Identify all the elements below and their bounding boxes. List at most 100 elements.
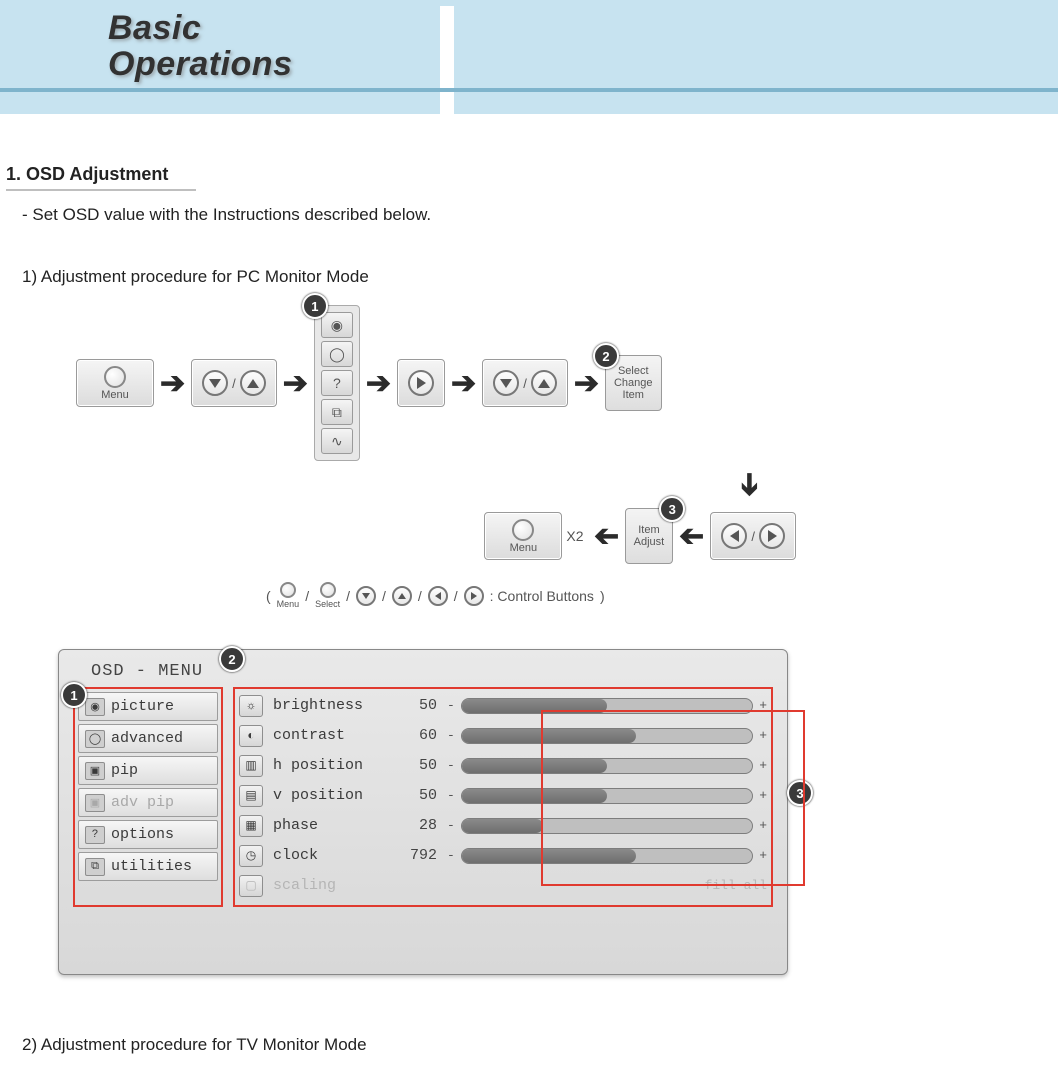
osd-category[interactable]: ▣adv pip [78, 788, 218, 817]
category-label: advanced [111, 730, 183, 747]
arrow-left-icon: ➔ [588, 519, 625, 554]
category-icon: ◉ [85, 698, 105, 716]
category-label: utilities [111, 858, 192, 875]
step2-line1: Select [618, 365, 649, 377]
category-stack: 1 ◉ ◯ ? ⧉ ∿ [314, 305, 360, 461]
osd-item-row[interactable]: ◷clock792-+ [239, 842, 767, 869]
osd-item-row[interactable]: ▢scalingfill all [239, 872, 767, 899]
header-bottom-gap [440, 92, 454, 114]
category-icon: ⧉ [85, 858, 105, 876]
legend-close-paren: ) [600, 588, 605, 604]
menu-icon [512, 519, 534, 541]
item-icon: ◐ [239, 725, 263, 747]
category-icon: ? [321, 370, 353, 396]
osd-item-row[interactable]: ◐contrast60-+ [239, 722, 767, 749]
header-main: Basic Operations [0, 6, 1058, 88]
osd-category[interactable]: ? options [78, 820, 218, 849]
osd-item-row[interactable]: ☼brightness50-+ [239, 692, 767, 719]
osd-title: OSD - MENU [91, 662, 773, 681]
category-icon: ▣ [85, 762, 105, 780]
step3-line2: Adjust [634, 536, 665, 548]
right-icon [759, 523, 785, 549]
legend-select: Select [315, 582, 340, 609]
item-icon: ▤ [239, 785, 263, 807]
step2-line3: Item [623, 389, 644, 401]
osd-category-list: ◉ picture ◯advanced ▣ pip ▣adv pip? options ⧉ ut… [73, 687, 223, 907]
right-icon [408, 370, 434, 396]
up-icon [531, 370, 557, 396]
item-icon: ▥ [239, 755, 263, 777]
menu-icon [104, 366, 126, 388]
category-icon: ◯ [321, 341, 353, 367]
arrow-down-icon: ➔ [732, 466, 767, 503]
step3-line1: Item [638, 524, 659, 536]
category-label: options [111, 826, 174, 843]
right-button[interactable] [397, 359, 445, 407]
header-banner: Basic Operations [0, 0, 1058, 114]
category-label: picture [111, 698, 174, 715]
control-buttons-legend: ( Menu / Select / / / / : Control Button… [266, 582, 796, 609]
osd-item-row[interactable]: ▤v position50-+ [239, 782, 767, 809]
slash: / [523, 376, 527, 391]
menu-label: Menu [101, 389, 129, 401]
item-value: 50 [393, 697, 437, 714]
flow-row-2: Menu X2 ➔ 3 Item Adjust ➔ / [76, 508, 796, 564]
osd-badge-2: 2 [219, 646, 245, 672]
page: Basic Operations 1. OSD Adjustment - Set… [0, 0, 1058, 1055]
title-line-2: Operations [108, 45, 292, 83]
slider[interactable]: -+ [447, 848, 767, 864]
badge-1: 1 [302, 293, 328, 319]
slider[interactable]: -+ [447, 728, 767, 744]
left-icon [428, 586, 448, 606]
arrow-right-icon: ➔ [445, 366, 482, 401]
slash: / [751, 529, 755, 544]
up-down-button[interactable]: / [482, 359, 568, 407]
header-left: Basic Operations [0, 6, 440, 88]
menu-button[interactable]: Menu [76, 359, 154, 407]
osd-category[interactable]: ⧉ utilities [78, 852, 218, 881]
osd-category[interactable]: ▣ pip [78, 756, 218, 785]
menu-x2-suffix: X2 [562, 528, 587, 544]
legend-open-paren: ( [266, 588, 271, 604]
item-value: 28 [393, 817, 437, 834]
arrow-right-icon: ➔ [568, 366, 605, 401]
item-name: h position [273, 757, 383, 774]
item-icon: ☼ [239, 695, 263, 717]
category-icons-column: ◉ ◯ ? ⧉ ∿ [314, 305, 360, 461]
osd-body: ◉ picture ◯advanced ▣ pip ▣adv pip? options ⧉ ut… [73, 687, 773, 907]
flow-row-1: Menu ➔ / ➔ 1 ◉ ◯ ? ⧉ ∿ [76, 305, 796, 461]
title-line-1: Basic [108, 9, 201, 47]
item-value: 50 [393, 757, 437, 774]
left-right-button[interactable]: / [710, 512, 796, 560]
category-label: pip [111, 762, 138, 779]
down-icon [356, 586, 376, 606]
slash: / [305, 588, 309, 604]
down-icon [493, 370, 519, 396]
item-value: 792 [393, 847, 437, 864]
osd-item-row[interactable]: ▥ h position 50 -+ [239, 752, 767, 779]
header-right [454, 6, 1058, 88]
page-title: Basic Operations [0, 11, 292, 82]
slider[interactable]: -+ [447, 698, 767, 714]
content: 1. OSD Adjustment - Set OSD value with t… [0, 114, 1058, 1055]
arrow-right-icon: ➔ [360, 366, 397, 401]
slash: / [418, 588, 422, 604]
slider[interactable]: -+ [447, 788, 767, 804]
step-3-box: 3 Item Adjust [625, 508, 674, 564]
slider[interactable]: -+ [447, 758, 767, 774]
osd-item-row[interactable]: ▦phase28-+ [239, 812, 767, 839]
item-name: v position [273, 787, 383, 804]
header-bottom-right [454, 92, 1058, 114]
osd-category[interactable]: ◯advanced [78, 724, 218, 753]
heading-underline [6, 189, 196, 191]
osd-category[interactable]: ◉ picture [78, 692, 218, 721]
slider[interactable]: -+ [447, 818, 767, 834]
menu-x2-label: Menu [510, 542, 538, 554]
category-icon: ? [85, 826, 105, 844]
item-icon: ▢ [239, 875, 263, 897]
menu-x2-button[interactable]: Menu [484, 512, 562, 560]
up-down-button[interactable]: / [191, 359, 277, 407]
category-icon: ◉ [321, 312, 353, 338]
item-value: 60 [393, 727, 437, 744]
item-name: scaling [273, 877, 383, 894]
